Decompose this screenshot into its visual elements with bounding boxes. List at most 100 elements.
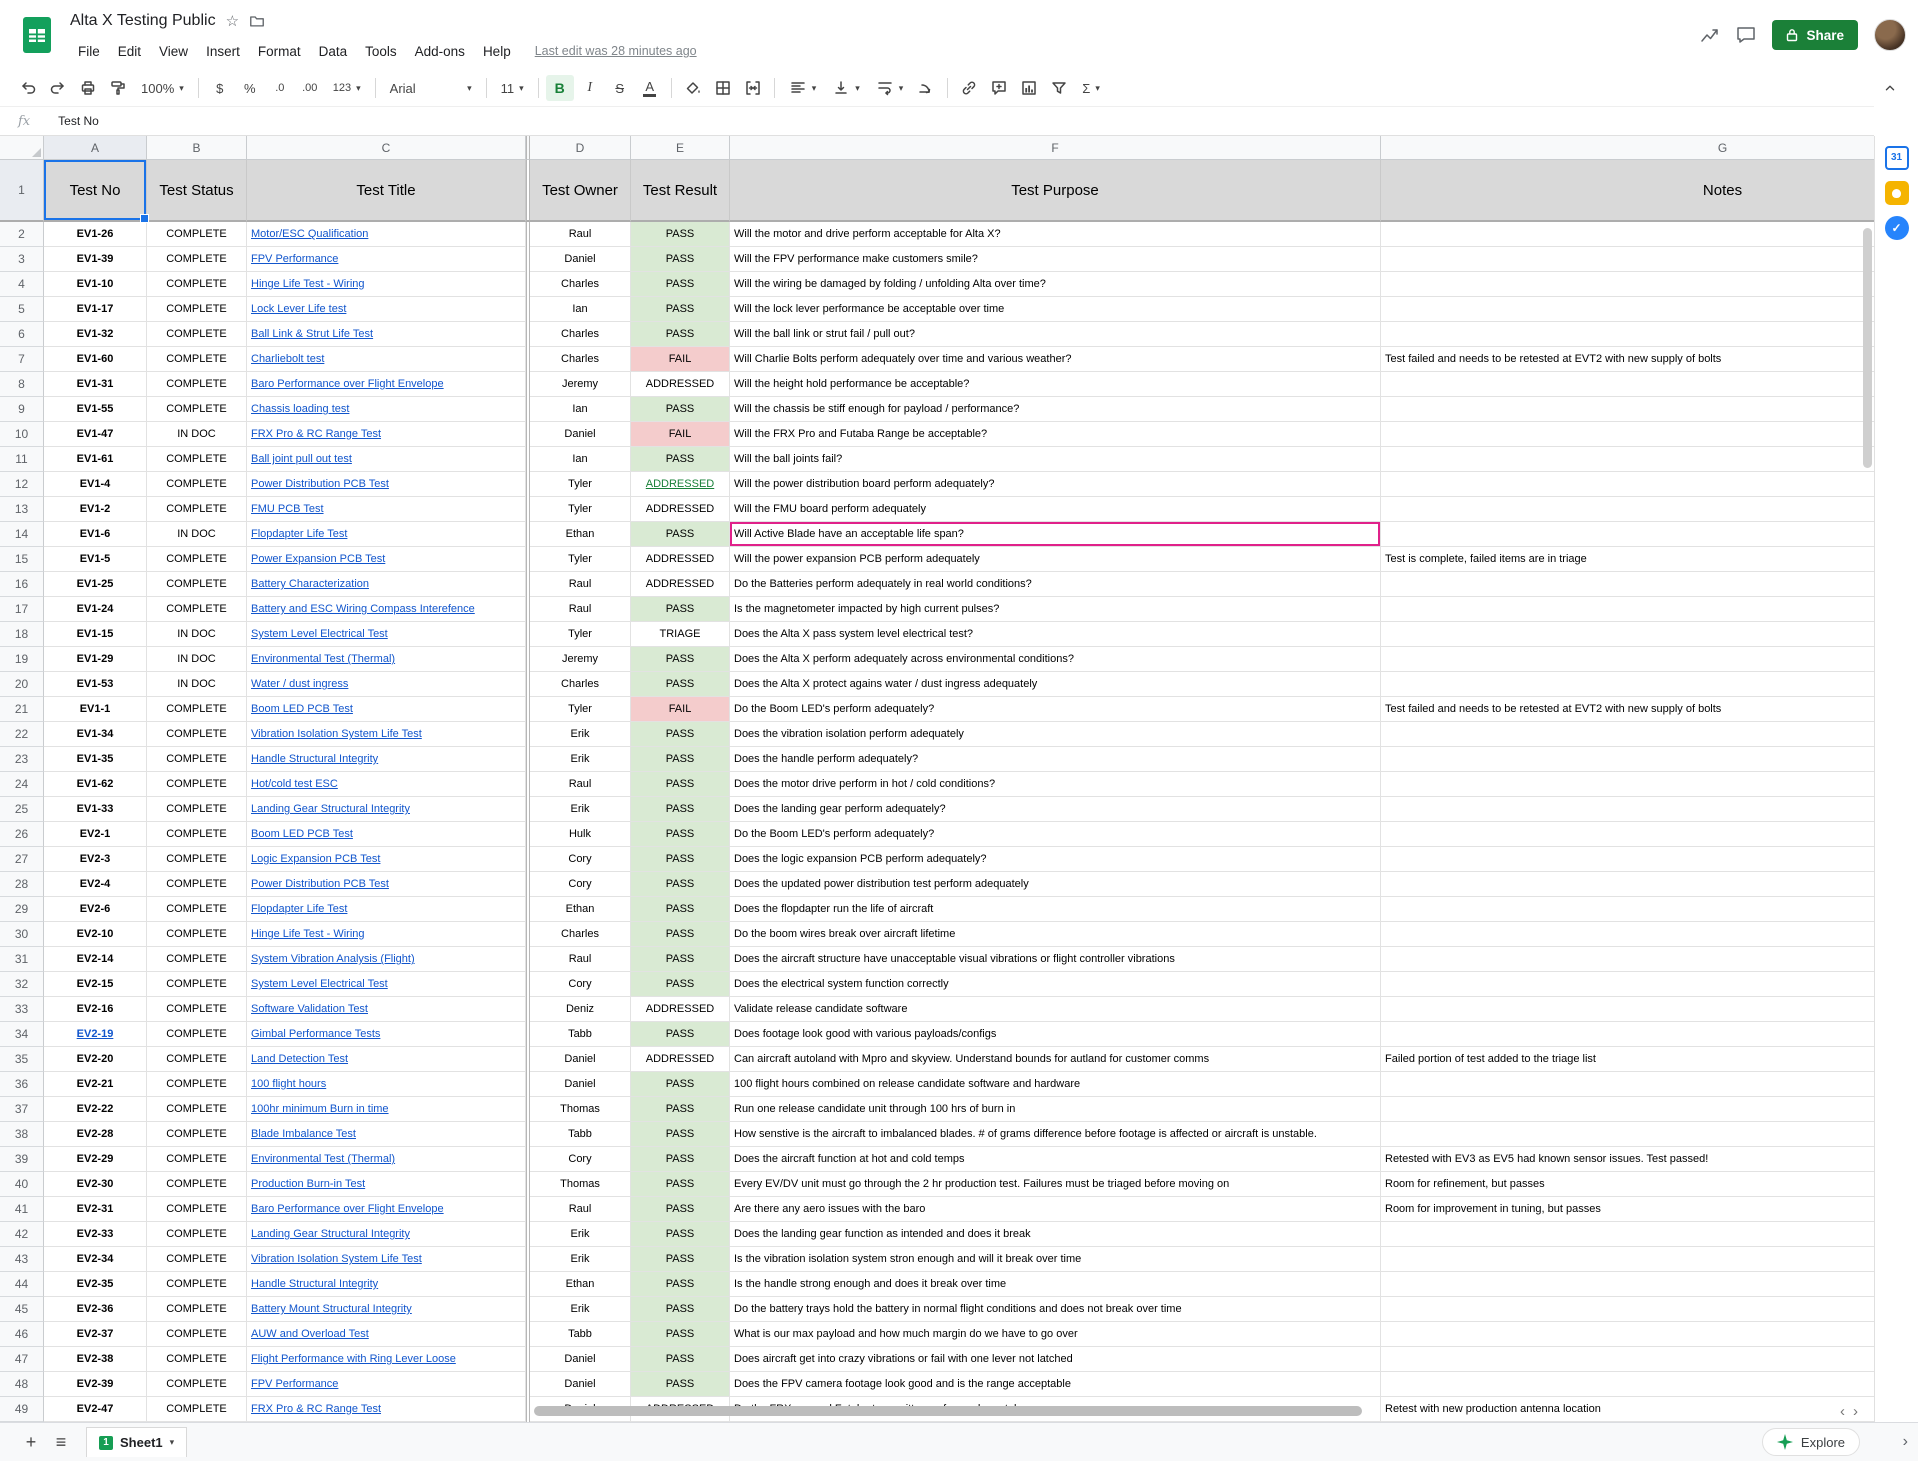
star-icon[interactable]: ☆ <box>226 14 239 29</box>
cell-notes[interactable]: Failed portion of test added to the tria… <box>1381 1047 1874 1072</box>
cell-test-status[interactable]: COMPLETE <box>147 1197 247 1222</box>
row-header[interactable]: 6 <box>0 322 44 347</box>
cell-test-owner[interactable]: Daniel <box>530 1047 631 1072</box>
cell-test-title[interactable]: Baro Performance over Flight Envelope <box>247 1197 526 1222</box>
cell-test-owner[interactable]: Raul <box>530 772 631 797</box>
cell-test-status[interactable]: COMPLETE <box>147 772 247 797</box>
row-header[interactable]: 17 <box>0 597 44 622</box>
row-header[interactable]: 33 <box>0 997 44 1022</box>
cell-notes[interactable] <box>1381 872 1874 897</box>
menu-file[interactable]: File <box>70 41 108 62</box>
cell-test-no[interactable]: EV1-39 <box>44 247 147 272</box>
cell-notes[interactable] <box>1381 597 1874 622</box>
cell-notes[interactable] <box>1381 647 1874 672</box>
borders-button[interactable] <box>709 75 737 101</box>
row-header[interactable]: 15 <box>0 547 44 572</box>
row-header[interactable]: 31 <box>0 947 44 972</box>
explore-button[interactable]: Explore <box>1762 1428 1860 1456</box>
cell-test-title[interactable]: System Level Electrical Test <box>247 622 526 647</box>
cell-test-purpose[interactable]: Does the FPV camera footage look good an… <box>730 1372 1381 1397</box>
cell-test-purpose[interactable]: Will the power expansion PCB perform ade… <box>730 547 1381 572</box>
cell-test-purpose[interactable]: Will the height hold performance be acce… <box>730 372 1381 397</box>
add-sheet-button[interactable]: + <box>16 1427 46 1457</box>
row-header[interactable]: 11 <box>0 447 44 472</box>
cell-test-result[interactable]: PASS <box>631 797 730 822</box>
cell-test-result[interactable]: ADDRESSED <box>631 472 730 497</box>
cell-test-owner[interactable]: Raul <box>530 572 631 597</box>
cell-test-title[interactable]: FRX Pro & RC Range Test <box>247 1397 526 1422</box>
horizontal-align-button[interactable]: ▾ <box>782 75 824 101</box>
cell-test-title[interactable]: FPV Performance <box>247 247 526 272</box>
cell-test-status[interactable]: COMPLETE <box>147 897 247 922</box>
italic-button[interactable]: I <box>576 75 604 101</box>
cell-notes[interactable] <box>1381 922 1874 947</box>
cell-notes[interactable] <box>1381 1297 1874 1322</box>
cell-notes[interactable] <box>1381 1347 1874 1372</box>
cell-notes[interactable] <box>1381 672 1874 697</box>
cell-test-result[interactable]: FAIL <box>631 347 730 372</box>
cell-test-owner[interactable]: Raul <box>530 597 631 622</box>
cell-test-result[interactable]: PASS <box>631 522 730 547</box>
cell-test-owner[interactable]: Charles <box>530 272 631 297</box>
cell-test-status[interactable]: COMPLETE <box>147 572 247 597</box>
cell-test-no[interactable]: EV1-35 <box>44 747 147 772</box>
cell-test-purpose[interactable]: Does the aircraft function at hot and co… <box>730 1147 1381 1172</box>
cell-test-result[interactable]: FAIL <box>631 422 730 447</box>
row-header[interactable]: 18 <box>0 622 44 647</box>
last-edit-link[interactable]: Last edit was 28 minutes ago <box>535 44 697 58</box>
select-all-corner[interactable] <box>0 136 44 160</box>
cell-test-purpose[interactable]: Validate release candidate software <box>730 997 1381 1022</box>
cell-test-purpose[interactable]: Does the landing gear function as intend… <box>730 1222 1381 1247</box>
cell-test-purpose[interactable]: Do the Boom LED's perform adequately? <box>730 697 1381 722</box>
cell-test-title[interactable]: Chassis loading test <box>247 397 526 422</box>
cell-test-result[interactable]: ADDRESSED <box>631 1047 730 1072</box>
cell-test-no[interactable]: EV2-1 <box>44 822 147 847</box>
cell-test-purpose[interactable]: Will the power distribution board perfor… <box>730 472 1381 497</box>
redo-button[interactable] <box>44 75 72 101</box>
cell-test-status[interactable]: COMPLETE <box>147 822 247 847</box>
cell-test-status[interactable]: COMPLETE <box>147 1097 247 1122</box>
cell-test-purpose[interactable]: Does aircraft get into crazy vibrations … <box>730 1347 1381 1372</box>
cell-test-title[interactable]: Ball Link & Strut Life Test <box>247 322 526 347</box>
cell-test-no[interactable]: EV2-37 <box>44 1322 147 1347</box>
cell-test-purpose[interactable]: Will the lock lever performance be accep… <box>730 297 1381 322</box>
cell-test-purpose[interactable]: How senstive is the aircraft to imbalanc… <box>730 1122 1381 1147</box>
formula-value[interactable]: Test No <box>58 114 99 128</box>
menu-view[interactable]: View <box>151 41 196 62</box>
cell-test-title[interactable]: Water / dust ingress <box>247 672 526 697</box>
row-header[interactable]: 9 <box>0 397 44 422</box>
cell-test-title[interactable]: Hot/cold test ESC <box>247 772 526 797</box>
cell-test-status[interactable]: COMPLETE <box>147 1072 247 1097</box>
row-header[interactable]: 14 <box>0 522 44 547</box>
cell-test-no[interactable]: EV1-24 <box>44 597 147 622</box>
cell-test-result[interactable]: PASS <box>631 1347 730 1372</box>
cell-test-purpose[interactable]: Can aircraft autoland with Mpro and skyv… <box>730 1047 1381 1072</box>
cell-test-purpose[interactable]: Every EV/DV unit must go through the 2 h… <box>730 1172 1381 1197</box>
cell-test-no[interactable]: EV2-31 <box>44 1197 147 1222</box>
cell-notes[interactable] <box>1381 997 1874 1022</box>
row-header[interactable]: 36 <box>0 1072 44 1097</box>
cell-test-no[interactable]: EV2-30 <box>44 1172 147 1197</box>
insert-chart-button[interactable] <box>1015 75 1043 101</box>
cell-test-result[interactable]: PASS <box>631 647 730 672</box>
cell-notes[interactable] <box>1381 797 1874 822</box>
cell-test-status[interactable]: COMPLETE <box>147 1222 247 1247</box>
cell-test-result[interactable]: PASS <box>631 1222 730 1247</box>
cell-test-owner[interactable]: Tyler <box>530 472 631 497</box>
scroll-right-icon[interactable]: › <box>1853 1404 1858 1419</box>
cell-A1-selected[interactable]: Test No <box>44 160 147 222</box>
collapse-toolbar-button[interactable] <box>1876 75 1904 101</box>
cell-test-status[interactable]: COMPLETE <box>147 947 247 972</box>
row-header[interactable]: 46 <box>0 1322 44 1347</box>
panel-toggle-icon[interactable]: › <box>1903 1433 1908 1451</box>
cell-test-title[interactable]: Logic Expansion PCB Test <box>247 847 526 872</box>
insert-link-button[interactable] <box>955 75 983 101</box>
cell-test-owner[interactable]: Raul <box>530 1197 631 1222</box>
vertical-scrollbar[interactable] <box>1863 228 1872 468</box>
cell-test-no[interactable]: EV2-28 <box>44 1122 147 1147</box>
row-header[interactable]: 47 <box>0 1347 44 1372</box>
chevron-down-icon[interactable]: ▾ <box>170 1437 175 1448</box>
cell-test-owner[interactable]: Tyler <box>530 497 631 522</box>
cell-test-owner[interactable]: Cory <box>530 1147 631 1172</box>
cell-test-owner[interactable]: Hulk <box>530 822 631 847</box>
